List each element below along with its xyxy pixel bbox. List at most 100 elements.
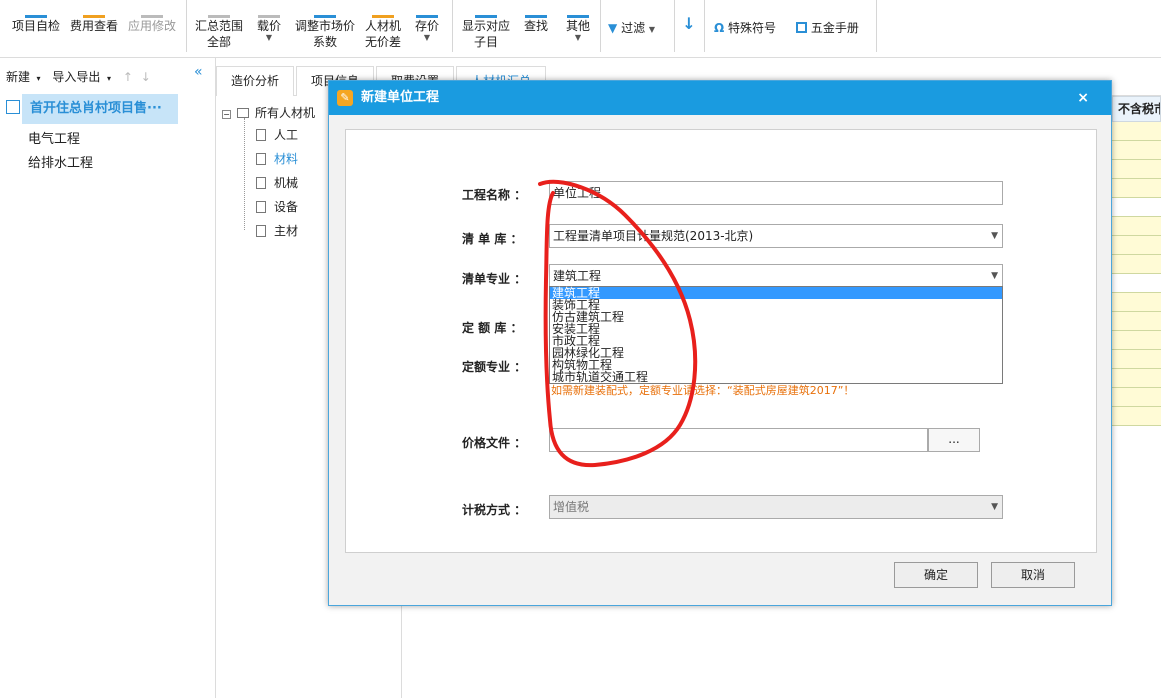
project-tree-root[interactable]: 首开住总肖村项目售··· (22, 94, 178, 124)
dropdown-option[interactable]: 仿古建筑工程 (550, 311, 1002, 323)
dropdown-option[interactable]: 园林绿化工程 (550, 347, 1002, 359)
project-tree-item[interactable]: 电气工程 (28, 128, 80, 147)
show-sub-items-button[interactable]: 显示对应 子目 (458, 8, 514, 50)
load-price-button[interactable]: 载价 ▼ (252, 8, 286, 42)
adjust-market-price-button[interactable]: 调整市场价 系数 (292, 8, 358, 50)
grid-row[interactable] (1112, 255, 1161, 274)
grid-row[interactable] (1112, 198, 1161, 217)
quota-library-label: 定 额 库 ： (462, 321, 523, 335)
collapse-panel-icon[interactable]: « (194, 64, 203, 80)
toolbar-divider (876, 0, 877, 52)
import-export-menu-button[interactable]: 导入导出 ▾ (52, 70, 115, 84)
collapse-toggle-icon[interactable]: − (222, 110, 231, 119)
summary-scope-label: 汇总范围 (194, 19, 243, 33)
project-name-label: 工程名称 ： (462, 188, 527, 202)
grid-row[interactable] (1112, 160, 1161, 179)
list-library-select[interactable]: 工程量清单项目计量规范(2013-北京) ▼ (549, 224, 1003, 248)
tree-item[interactable]: 材料 (256, 150, 298, 167)
hardware-manual-button[interactable]: 五金手册 (796, 20, 872, 36)
tree-item-label: 材料 (274, 152, 299, 166)
prefab-hint-text: 如需新建装配式，定额专业请选择：“装配式房屋建筑2017”！ (551, 384, 855, 397)
save-price-icon (416, 8, 438, 18)
grid-row[interactable] (1112, 312, 1161, 331)
adjust-market-price-label: 调整市场价 (294, 19, 355, 33)
grid-row[interactable] (1112, 122, 1161, 141)
chevron-down-icon: ▾ (34, 74, 41, 83)
grid-row[interactable] (1112, 179, 1161, 198)
tree-item[interactable]: 主材 (256, 222, 298, 239)
list-major-select[interactable]: 建筑工程 ▼ (549, 264, 1003, 288)
grid-row[interactable] (1112, 388, 1161, 407)
toolbar-divider (704, 0, 705, 52)
apply-modify-label: 应用修改 (127, 19, 176, 33)
browse-button[interactable]: ... (928, 428, 980, 452)
close-icon[interactable]: × (1077, 81, 1089, 115)
project-tree-item[interactable]: 给排水工程 (28, 152, 93, 171)
grid-row[interactable] (1112, 141, 1161, 160)
tax-method-value: 增值税 (553, 500, 590, 514)
tree-item-label: 设备 (274, 200, 299, 214)
toolbar: 项目自检 费用查看 应用修改 汇总范围 全部 载价 ▼ 调整市场价 系数 人材机… (0, 0, 1161, 58)
project-name-input[interactable]: 单位工程 (549, 181, 1003, 205)
document-icon (256, 225, 266, 237)
grid-column-header[interactable]: 不含税市 (1112, 96, 1161, 122)
summary-scope-value: 全部 (206, 35, 231, 49)
other-button[interactable]: 其他 ▼ (562, 8, 594, 42)
grid-row[interactable] (1112, 369, 1161, 388)
dialog-title: 新建单位工程 (361, 90, 440, 105)
find-button[interactable]: 查找 (520, 8, 552, 34)
chevron-down-icon: ▼ (265, 33, 273, 42)
grid-row[interactable] (1112, 293, 1161, 312)
grid-row[interactable] (1112, 331, 1161, 350)
special-symbol-button[interactable]: Ω 特殊符号 (714, 20, 790, 36)
apply-modify-button[interactable]: 应用修改 (124, 8, 180, 34)
tree-item-label: 机械 (274, 176, 299, 190)
toolbar-divider (452, 0, 453, 52)
list-major-label: 清单专业 ： (462, 272, 527, 286)
summary-scope-button[interactable]: 汇总范围 全部 (192, 8, 246, 50)
list-library-value: 工程量清单项目计量规范(2013-北京) (553, 229, 754, 243)
omega-icon: Ω (714, 21, 725, 35)
chevron-down-icon: ▼ (648, 25, 656, 34)
grid-row[interactable] (1112, 407, 1161, 426)
summary-scope-icon (208, 8, 230, 18)
new-menu-button[interactable]: 新建 ▾ (6, 70, 45, 84)
apply-modify-icon (141, 8, 163, 18)
fee-view-icon (83, 8, 105, 18)
load-price-icon (258, 8, 280, 18)
tree-item[interactable]: 人工 (256, 126, 298, 143)
book-icon (796, 22, 807, 33)
grid-row[interactable] (1112, 350, 1161, 369)
move-up-icon[interactable]: ↑ (123, 70, 133, 84)
chevron-down-icon: ▼ (991, 502, 998, 512)
tree-root[interactable]: − 所有人材机 (222, 104, 315, 121)
document-icon (256, 201, 266, 213)
building-icon (6, 100, 20, 114)
tab-cost-analysis[interactable]: 造价分析 (216, 66, 295, 96)
move-down-icon[interactable]: ↓ (141, 70, 151, 84)
grid-row[interactable] (1112, 274, 1161, 293)
arrow-down-icon[interactable]: ↓ (680, 16, 698, 32)
grid-row[interactable] (1112, 217, 1161, 236)
grid-row[interactable] (1112, 236, 1161, 255)
price-file-input[interactable] (549, 428, 928, 452)
tree-item-label: 主材 (274, 224, 299, 238)
tree-item[interactable]: 设备 (256, 198, 298, 215)
save-price-button[interactable]: 存价 ▼ (410, 8, 444, 42)
project-check-button[interactable]: 项目自检 (8, 8, 64, 34)
tree-root-label: 所有人材机 (255, 106, 316, 120)
toolbar-divider (600, 0, 601, 52)
adjust-market-price-sub: 系数 (312, 35, 337, 49)
fee-view-button[interactable]: 费用查看 (66, 8, 122, 34)
tree-item[interactable]: 机械 (256, 174, 298, 191)
chevron-down-icon: ▼ (991, 231, 998, 241)
ok-button[interactable]: 确定 (894, 562, 978, 588)
no-price-diff-sub: 无价差 (364, 35, 401, 49)
filter-label: 过滤 (621, 21, 646, 35)
cancel-button[interactable]: 取消 (991, 562, 1075, 588)
no-price-diff-button[interactable]: 人材机 无价差 (362, 8, 404, 50)
dropdown-option[interactable]: 建筑工程 (550, 287, 1002, 299)
filter-button[interactable]: ▼ 过滤 ▼ (608, 20, 670, 38)
tax-method-select[interactable]: 增值税 ▼ (549, 495, 1003, 519)
dropdown-option[interactable]: 安装工程 (550, 323, 1002, 335)
